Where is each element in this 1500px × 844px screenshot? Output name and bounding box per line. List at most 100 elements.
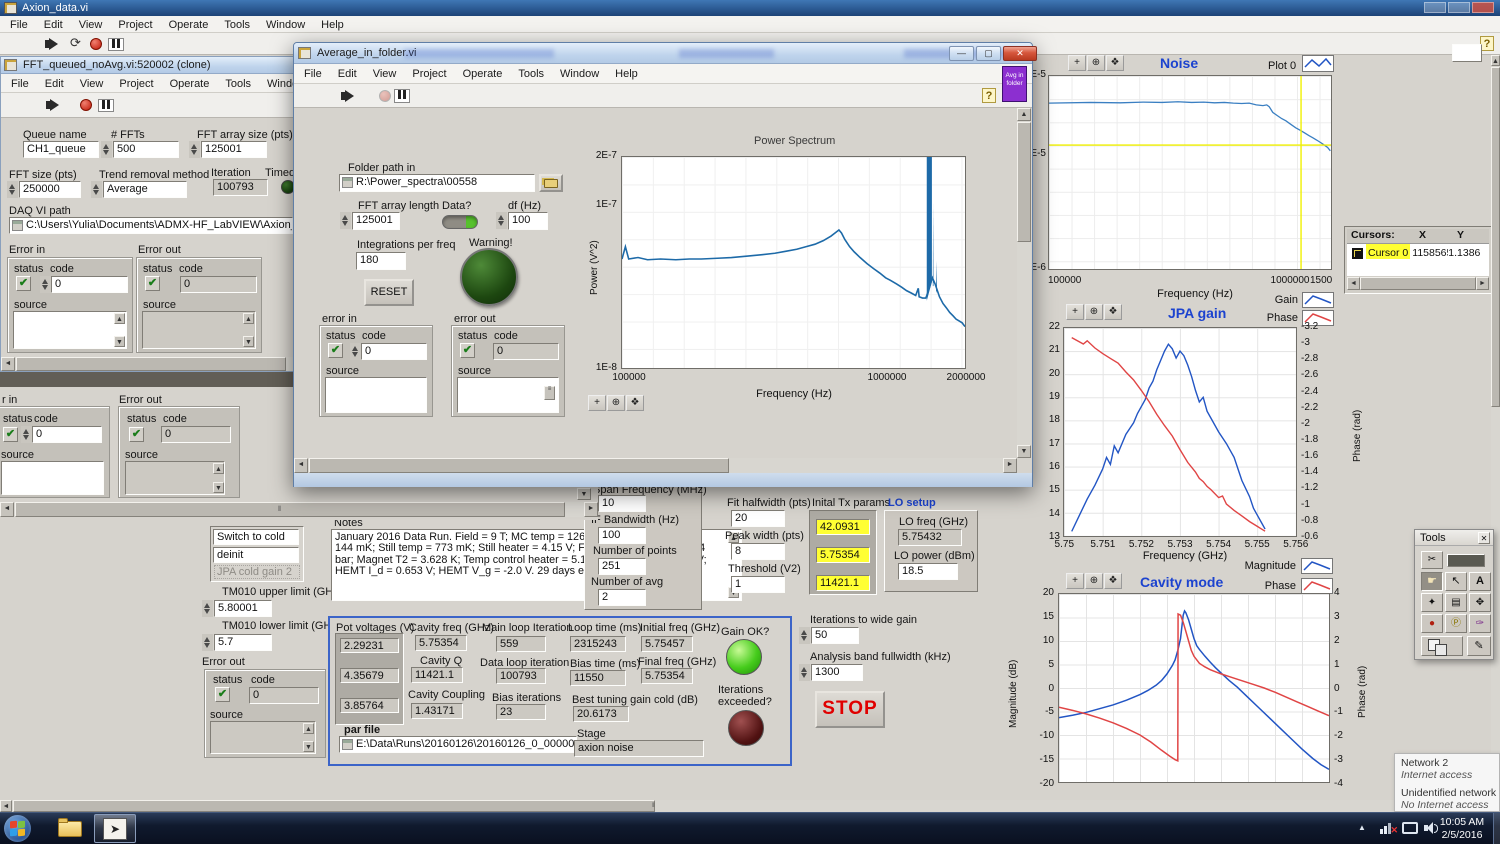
tx-param-1[interactable]: 42.0931 xyxy=(816,519,870,535)
tool-position[interactable]: ↖ xyxy=(1445,572,1467,591)
tool-auto-select[interactable]: ✂ xyxy=(1421,551,1443,569)
run-button-icon[interactable] xyxy=(45,38,58,50)
if-bw-field[interactable]: 100 xyxy=(598,527,646,544)
stop-button[interactable]: STOP xyxy=(815,691,885,728)
tool-operate[interactable]: ☛ xyxy=(1421,572,1443,591)
menu-tools[interactable]: Tools xyxy=(225,78,251,90)
daq-path-field[interactable]: C:\Users\Yulia\Documents\ADMX-HF_LabVIEW… xyxy=(9,217,293,234)
error-source-field[interactable] xyxy=(1,461,104,495)
noise-plot[interactable] xyxy=(1048,75,1332,270)
browse-folder-button[interactable] xyxy=(539,174,563,192)
reset-button[interactable]: RESET xyxy=(364,279,414,306)
tm010-upper-field[interactable]: 5.80001 xyxy=(214,600,272,617)
menu-operate[interactable]: Operate xyxy=(463,68,503,80)
fft-array-size-field[interactable]: 125001 xyxy=(201,141,267,158)
list-item[interactable]: deinit xyxy=(213,547,299,563)
scroll-down-icon[interactable]: ▼ xyxy=(114,336,125,347)
tool-menu[interactable]: ▤ xyxy=(1445,593,1467,612)
abort-button-icon[interactable] xyxy=(379,90,391,102)
tool-brush[interactable]: ✎ xyxy=(1467,636,1491,656)
menu-edit[interactable]: Edit xyxy=(44,19,63,31)
menu-edit[interactable]: Edit xyxy=(45,78,64,90)
menu-window[interactable]: Window xyxy=(266,19,305,31)
tool-scroll-hand[interactable]: ✥ xyxy=(1469,593,1491,612)
lo-power-field[interactable]: 18.5 xyxy=(898,563,958,580)
menu-view[interactable]: View xyxy=(373,68,397,80)
trend-field[interactable]: Average xyxy=(103,181,187,198)
fft-size-field[interactable]: 250000 xyxy=(19,181,81,198)
list-item[interactable]: Switch to cold xyxy=(213,529,299,545)
tool-set-color[interactable] xyxy=(1421,636,1463,656)
avg-maximize-button[interactable]: ▢ xyxy=(976,46,1001,61)
tm010-lower-field[interactable]: 5.7 xyxy=(214,634,272,651)
num-ffts-field[interactable]: 500 xyxy=(113,141,179,158)
fit-half-field[interactable]: 20 xyxy=(731,510,785,527)
cursors-scroll-thumb[interactable] xyxy=(1360,277,1476,290)
error-code-field[interactable]: 0 xyxy=(32,426,102,443)
pause-button-icon[interactable] xyxy=(98,99,114,112)
menu-operate[interactable]: Operate xyxy=(170,78,210,90)
menu-help[interactable]: Help xyxy=(321,19,344,31)
menu-window[interactable]: Window xyxy=(560,68,599,80)
menu-tools[interactable]: Tools xyxy=(224,19,250,31)
folder-path-field[interactable]: R:\Power_spectra\00558 xyxy=(339,174,535,192)
iters-wide-spinner[interactable] xyxy=(799,627,810,644)
menu-view[interactable]: View xyxy=(79,19,103,31)
navg-field[interactable]: 2 xyxy=(598,589,646,606)
tm010-lower-spinner[interactable] xyxy=(202,634,213,651)
num-ffts-spinner[interactable] xyxy=(101,141,112,158)
menu-file[interactable]: File xyxy=(304,68,322,80)
menu-edit[interactable]: Edit xyxy=(338,68,357,80)
tray-display-icon[interactable] xyxy=(1402,822,1418,834)
tx-param-2[interactable]: 5.75354 xyxy=(816,547,870,563)
df-field[interactable]: 100 xyxy=(508,212,548,230)
run-continuous-icon[interactable]: ⟳ xyxy=(70,35,81,51)
tray-network-icon[interactable]: ✕ xyxy=(1380,821,1396,836)
scroll-down-icon[interactable]: ▼ xyxy=(213,482,224,493)
scroll-up-icon[interactable]: ▲ xyxy=(243,313,254,324)
tx-param-3[interactable]: 11421.1 xyxy=(816,575,870,591)
tool-edit-text[interactable]: A xyxy=(1469,572,1491,591)
fft-array-length-field[interactable]: 125001 xyxy=(352,212,400,230)
pause-button-icon[interactable] xyxy=(394,89,410,103)
taskbar-clock[interactable]: 10:05 AM 2/5/2016 xyxy=(1436,816,1488,842)
abort-button-icon[interactable] xyxy=(90,38,102,50)
cavity-legend-phase-icon[interactable] xyxy=(1301,578,1333,594)
threshold-field[interactable]: 1 xyxy=(731,576,785,593)
cursor-row-name[interactable]: Cursor 0 xyxy=(1366,244,1410,259)
scroll-lines-icon[interactable]: ≡ xyxy=(544,386,555,400)
avg-minimize-button[interactable]: — xyxy=(949,46,974,61)
show-desktop-button[interactable] xyxy=(1493,813,1500,844)
start-button[interactable] xyxy=(4,815,31,842)
menu-tools[interactable]: Tools xyxy=(518,68,544,80)
tools-close-icon[interactable]: ✕ xyxy=(1478,532,1490,544)
menu-file[interactable]: File xyxy=(11,78,29,90)
code-spinner[interactable] xyxy=(40,276,51,293)
cavity-plot[interactable] xyxy=(1058,593,1330,783)
abort-button-icon[interactable] xyxy=(80,99,92,111)
menu-operate[interactable]: Operate xyxy=(169,19,209,31)
integrations-field[interactable]: 180 xyxy=(356,252,406,270)
error-code-field[interactable]: 0 xyxy=(361,343,427,360)
axion-help-icon[interactable]: ? xyxy=(1480,36,1494,51)
pause-button-icon[interactable] xyxy=(108,38,124,51)
tool-breakpoint[interactable]: ● xyxy=(1421,614,1443,633)
code-spinner[interactable] xyxy=(350,343,361,360)
queue-name-field[interactable]: CH1_queue xyxy=(23,141,99,158)
menu-help[interactable]: Help xyxy=(615,68,638,80)
taskbar-explorer-icon[interactable] xyxy=(58,818,84,839)
cursors-scroll-right[interactable]: ► xyxy=(1476,277,1489,290)
npts-field[interactable]: 251 xyxy=(598,558,646,575)
fft-array-size-spinner[interactable] xyxy=(189,141,200,158)
jpa-plot[interactable] xyxy=(1063,327,1297,537)
tray-expand-icon[interactable]: ▲ xyxy=(1358,823,1366,832)
tm010-upper-spinner[interactable] xyxy=(202,600,213,617)
ps-plot[interactable] xyxy=(621,156,966,369)
fft-array-length-spinner[interactable] xyxy=(340,212,351,229)
span-freq-field[interactable]: 10 xyxy=(598,495,646,512)
error-code-field[interactable]: 0 xyxy=(51,276,128,293)
run-button-icon[interactable] xyxy=(46,99,59,111)
scroll-up-icon[interactable]: ▲ xyxy=(114,313,125,324)
jpa-graph-palette[interactable]: +⊕❖ xyxy=(1066,304,1122,320)
df-spinner[interactable] xyxy=(496,212,507,229)
